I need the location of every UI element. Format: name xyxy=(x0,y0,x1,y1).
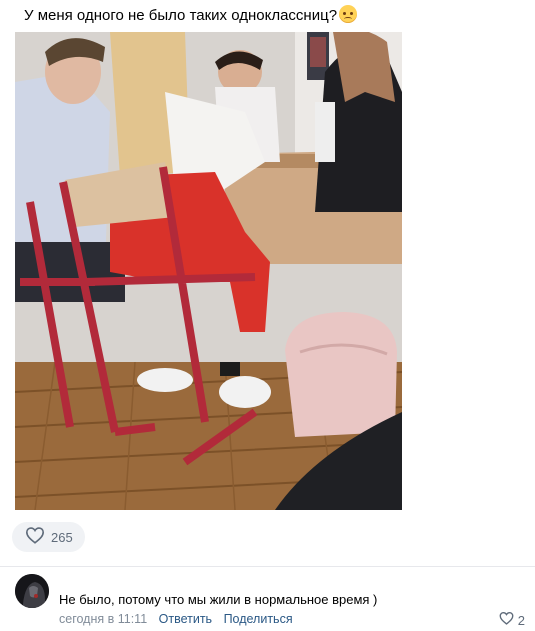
share-link[interactable]: Поделиться xyxy=(224,612,293,626)
comment-text: Не было, потому что мы жили в нормальное… xyxy=(59,592,378,607)
comment-time[interactable]: сегодня в 11:11 xyxy=(59,612,147,626)
like-count: 265 xyxy=(51,529,73,545)
post-text-content: У меня одного не было таких одноклассниц… xyxy=(24,7,338,24)
heart-icon xyxy=(499,611,514,630)
post-photo[interactable] xyxy=(15,32,402,510)
heart-icon xyxy=(25,526,45,549)
reply-link[interactable]: Ответить xyxy=(159,612,212,626)
avatar[interactable] xyxy=(15,574,49,608)
comment-like-count: 2 xyxy=(517,613,525,628)
comment-like-button[interactable]: 2 xyxy=(499,611,525,630)
comment-meta: сегодня в 11:11 Ответить Поделиться xyxy=(59,611,293,627)
worried-face-icon xyxy=(339,5,358,23)
divider xyxy=(0,566,535,567)
like-button[interactable]: 265 xyxy=(12,522,85,552)
post-text: У меня одного не было таких одноклассниц… xyxy=(24,5,358,26)
